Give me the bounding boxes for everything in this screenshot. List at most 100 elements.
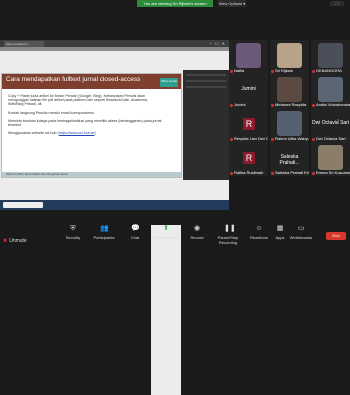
participant-name: Emma Sri Kusumawati (316, 170, 350, 175)
participant-gallery: Nafila Sri Rijkiah OKBANGGRA Jumini Jumini Mi… (229, 40, 350, 210)
slide-paragraph: Kontak langsung Penulis melalui email ko… (8, 110, 94, 115)
toolbar-label: Record (190, 235, 204, 240)
participant-name: Sri Rijkiah (275, 68, 294, 73)
participant-name: OKBANGGRA (316, 68, 342, 73)
slide-title: Cara mendapatkan fulltext jurnal closed-… (6, 76, 141, 83)
mic-muted-icon (271, 138, 274, 141)
participant-tile[interactable]: Sri Rijkiah (270, 40, 309, 74)
participant-tile[interactable]: Jumini Jumini (229, 74, 268, 108)
toolbar-label: Chat (130, 235, 140, 240)
end-meeting-button[interactable]: End (326, 232, 346, 240)
window-controls[interactable]: ─ ☐ ✕ (209, 41, 226, 46)
reactions-icon: ☺ (255, 225, 263, 232)
mic-muted-icon (271, 172, 274, 175)
unmute-button[interactable]: ✖ Unmute (3, 238, 27, 244)
mic-muted-icon (230, 138, 233, 141)
toolbar-label: Pause/Stop Recording (217, 235, 239, 245)
mic-muted-icon (312, 104, 315, 107)
screen-share-notice: You are viewing Sri Rijkiah's screen (137, 0, 213, 7)
whiteboard-icon: ▭ (297, 225, 305, 232)
mic-muted-icon (312, 138, 315, 141)
mic-muted-icon (312, 172, 315, 175)
mic-muted-icon (230, 172, 233, 175)
participant-name: Jumini (234, 102, 246, 107)
participant-tile[interactable]: R Resyida Lisn Dwi Cahaya (229, 108, 268, 142)
record-icon: ◉ (193, 225, 201, 232)
chat-icon: 💬 (131, 225, 140, 232)
slide-footer: Mitra SI 2021 | Menerbitkan dan Mengelol… (2, 172, 181, 177)
security-button[interactable]: ⛨ Security (58, 225, 88, 240)
slide-paragraph: Meminta bantuan kolega pada lembaga/inst… (8, 118, 162, 128)
slide-paragraph-text: Menggunakan website sci-hub ( (8, 131, 59, 136)
participant-tile[interactable]: R Rafika Rusfimah (229, 142, 268, 176)
participant-name: Andini Mokobombang (316, 102, 350, 107)
participant-video (318, 145, 343, 170)
avatar: R (243, 118, 255, 130)
taskbar-search (3, 202, 43, 208)
participant-display-name: Jumini (241, 86, 256, 92)
participant-video (277, 111, 302, 136)
participant-name: Rahmi Ulilia Wahyuni (275, 136, 309, 141)
toolbar-label: Security (65, 235, 81, 240)
view-options-button[interactable]: View Options ▾ (218, 0, 246, 7)
share-screen-button[interactable]: ⬆ Share Screen (151, 225, 181, 395)
mic-muted-icon (230, 70, 233, 73)
participant-tile[interactable]: Saleska Prahati... Saleska Prahati Erly (270, 142, 309, 176)
participant-tile[interactable]: Emma Sri Kusumawati (311, 142, 350, 176)
mic-muted-icon (230, 104, 233, 107)
presenter-taskbar (0, 200, 229, 210)
pause-stop-recording-button[interactable]: ❚❚ Pause/Stop Recording (213, 225, 243, 245)
whiteboards-button[interactable]: ▭ Whiteboards (286, 225, 316, 240)
participant-tile[interactable]: Rahmi Ulilia Wahyuni (270, 108, 309, 142)
mic-muted-icon (271, 104, 274, 107)
fullscreen-icon[interactable]: ⛶ (330, 1, 344, 6)
participant-video (318, 77, 343, 102)
participant-video (277, 43, 302, 68)
participant-name: Nafila (234, 68, 245, 73)
toolbar-label: Apps (275, 235, 285, 240)
mic-muted-icon (312, 70, 315, 73)
mic-muted-icon: ✖ (3, 238, 8, 244)
slide-paragraph: Menggunakan website sci-hub (https://www… (8, 131, 164, 135)
participant-display-name: Saleska Prahati... (279, 154, 300, 166)
participant-tile[interactable]: Nafila (229, 40, 268, 74)
participants-icon: 👥 (100, 225, 109, 232)
slide-body: Copy + Paste judul artikel ke Mesin Penc… (8, 94, 164, 139)
presentation-toolbar (0, 47, 229, 51)
toolbar-label: Share Screen (153, 235, 179, 240)
participant-video (277, 77, 302, 102)
mic-muted-icon (271, 70, 274, 73)
share-screen-icon: ⬆ (163, 225, 169, 232)
panel-line (186, 80, 226, 82)
participant-name: Rafika Rusfimah (234, 170, 264, 175)
pause-icon: ❚❚ (224, 225, 236, 232)
shared-screen: forum.modul.id × ─ ☐ ✕ Cara mendapatkan … (0, 40, 229, 210)
presentation-slide: Cara mendapatkan fulltext jurnal closed-… (1, 73, 182, 178)
panel-line (186, 74, 226, 76)
participant-tile[interactable]: OKBANGGRA (311, 40, 350, 74)
participant-display-name: Dwi Octavia Sari (312, 120, 349, 126)
participant-name: Dwi Octavia Sari (316, 136, 346, 141)
participant-tile[interactable]: Andini Mokobombang (311, 74, 350, 108)
participant-tile[interactable]: Dwi Octavia Sari Dwi Octavia Sari (311, 108, 350, 142)
browser-bar: forum.modul.id × ─ ☐ ✕ (0, 40, 229, 47)
participant-tile[interactable]: Mirtarani Rasyida (270, 74, 309, 108)
participant-name: Saleska Prahati Erly (275, 170, 309, 175)
chat-button[interactable]: 💬 Chat (120, 225, 150, 240)
presenter-side-panel (183, 70, 229, 180)
participant-video (318, 43, 343, 68)
panel-line (186, 86, 226, 88)
next-page-icon[interactable]: › (337, 118, 339, 124)
slide-badge: Mitra Jurnal (160, 78, 178, 87)
participant-video (236, 43, 261, 68)
record-button[interactable]: ◉ Record (182, 225, 212, 240)
slide-title-band: Cara mendapatkan fulltext jurnal closed-… (2, 74, 181, 89)
participant-name: Resyida Lisn Dwi Cahaya (234, 136, 268, 141)
meeting-toolbar: End ⛨ Security 👥 Participants 💬 Chat ⬆ Share Sc… (0, 222, 350, 395)
participant-name: Mirtarani Rasyida (275, 102, 307, 107)
sci-hub-link[interactable]: https://www.sci-hub.se (59, 131, 95, 135)
toolbar-label: Participants (93, 235, 115, 240)
unmute-label: Unmute (9, 238, 27, 244)
apps-icon: ▦ (276, 225, 284, 232)
participants-button[interactable]: 👥 Participants (89, 225, 119, 240)
